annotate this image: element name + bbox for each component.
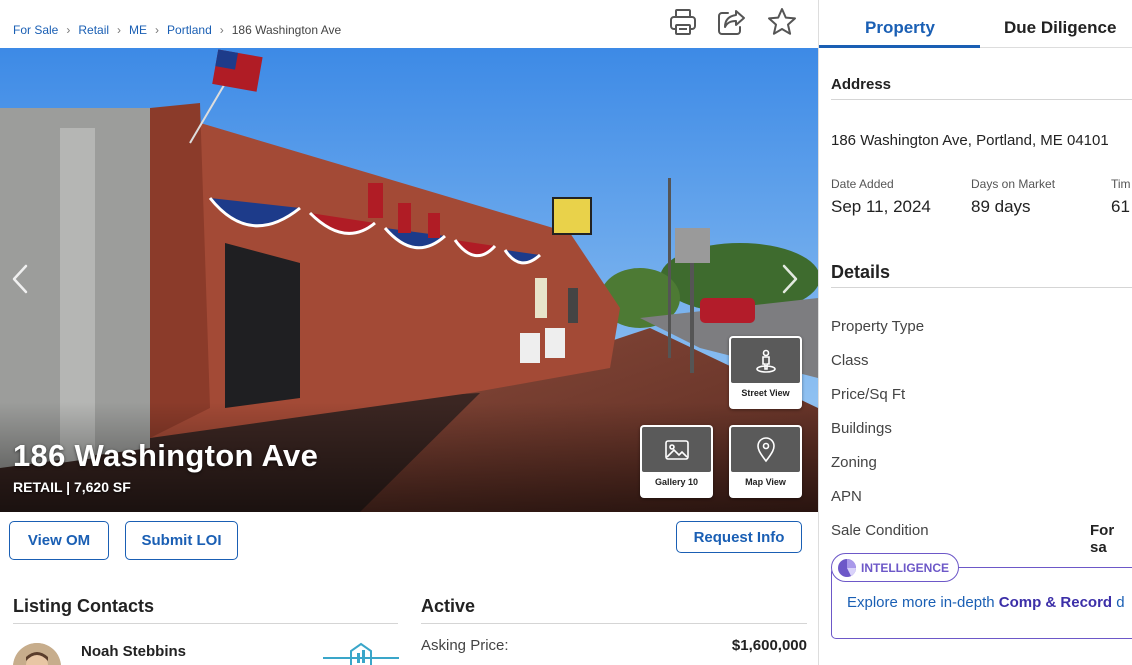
divider xyxy=(13,623,398,624)
breadcrumb-current: 186 Washington Ave xyxy=(231,23,342,37)
request-info-button[interactable]: Request Info xyxy=(676,521,802,553)
chevron-right-icon: › xyxy=(155,23,160,37)
hero-photo[interactable]: 186 Washington Ave RETAIL | 7,620 SF Str… xyxy=(0,48,818,512)
sale-condition-value: For sa xyxy=(1090,522,1115,556)
chevron-right-icon: › xyxy=(66,23,71,37)
print-icon[interactable] xyxy=(667,6,699,38)
breadcrumb-state[interactable]: ME xyxy=(129,23,147,37)
days-on-market-label: Days on Market xyxy=(971,177,1056,191)
hero-subtitle: RETAIL | 7,620 SF xyxy=(13,479,131,495)
listing-main: For Sale › Retail › ME › Portland › 186 … xyxy=(0,0,818,665)
days-on-market-value: 89 days xyxy=(971,197,1031,216)
breadcrumb-retail[interactable]: Retail xyxy=(78,23,109,37)
broker-logo xyxy=(323,641,399,665)
gallery-label: Gallery 10 xyxy=(654,477,699,487)
intelligence-badge: INTELLIGENCE xyxy=(831,553,960,582)
divider xyxy=(831,287,1132,288)
detail-sale-condition: Sale Condition xyxy=(831,522,929,539)
asking-price-value: $1,600,000 xyxy=(731,637,807,654)
chevron-right-icon: › xyxy=(219,23,224,37)
detail-price-per-sqft: Price/Sq Ft xyxy=(831,386,906,403)
time-label: Tim xyxy=(1111,177,1131,191)
street-view-label: Street View xyxy=(741,388,790,398)
intelligence-link[interactable]: Explore more in-depth Comp & Record d xyxy=(847,594,1125,611)
date-added-value: Sep 11, 2024 xyxy=(831,197,931,216)
gallery-button[interactable]: Gallery 10 xyxy=(640,425,713,498)
detail-zoning: Zoning xyxy=(831,454,877,471)
submit-loi-button[interactable]: Submit LOI xyxy=(125,521,238,560)
details-heading: Details xyxy=(831,262,891,282)
gallery-icon xyxy=(642,427,711,472)
listing-contacts-heading: Listing Contacts xyxy=(13,596,155,616)
detail-apn: APN xyxy=(831,488,862,505)
date-added-label: Date Added xyxy=(831,177,894,191)
avatar[interactable] xyxy=(13,643,61,665)
tab-due-diligence[interactable]: Due Diligence xyxy=(1004,18,1116,38)
map-view-label: Map View xyxy=(745,477,786,487)
status-heading: Active xyxy=(421,596,476,616)
intelligence-pie-icon xyxy=(838,558,856,577)
map-view-button[interactable]: Map View xyxy=(729,425,802,498)
intelligence-text-bold: Comp & Record xyxy=(998,594,1113,611)
divider xyxy=(831,99,1132,100)
breadcrumb-city[interactable]: Portland xyxy=(167,23,212,37)
intelligence-text-post: d xyxy=(1112,594,1125,611)
map-pin-icon xyxy=(731,427,800,472)
contact-name[interactable]: Noah Stebbins xyxy=(81,643,186,660)
intelligence-text-pre: Explore more in-depth xyxy=(847,594,999,611)
address-value: 186 Washington Ave, Portland, ME 04101 xyxy=(831,132,1109,149)
chevron-left-icon[interactable] xyxy=(8,262,32,296)
breadcrumb: For Sale › Retail › ME › Portland › 186 … xyxy=(13,20,341,40)
hero-title: 186 Washington Ave xyxy=(13,438,319,473)
detail-property-type: Property Type xyxy=(831,318,925,335)
intelligence-badge-label: INTELLIGENCE xyxy=(861,560,950,575)
time-value: 61 xyxy=(1111,197,1130,216)
divider xyxy=(421,623,807,624)
street-view-icon xyxy=(731,338,800,383)
view-om-button[interactable]: View OM xyxy=(9,521,109,560)
street-view-button[interactable]: Street View xyxy=(729,336,802,409)
property-panel: Property Due Diligence Address 186 Washi… xyxy=(818,0,1132,665)
tab-property[interactable]: Property xyxy=(865,18,935,38)
detail-class: Class xyxy=(831,352,869,369)
active-tab-indicator xyxy=(819,45,980,48)
detail-buildings: Buildings xyxy=(831,420,892,437)
breadcrumb-for-sale[interactable]: For Sale xyxy=(13,23,58,37)
asking-price-label: Asking Price: xyxy=(421,637,509,654)
favorite-star-icon[interactable] xyxy=(766,6,798,38)
chevron-right-icon[interactable] xyxy=(778,262,802,296)
chevron-right-icon: › xyxy=(117,23,122,37)
address-heading: Address xyxy=(831,76,892,93)
share-icon[interactable] xyxy=(715,6,747,38)
